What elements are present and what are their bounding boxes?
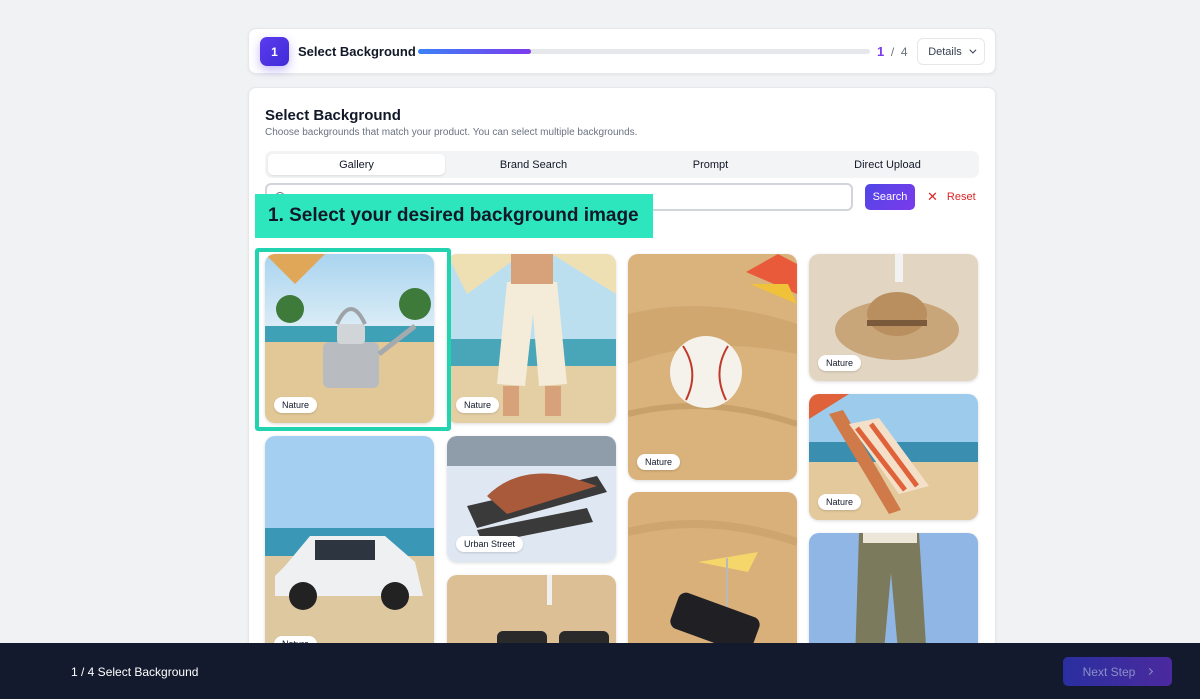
progress-fill xyxy=(418,49,531,54)
footer-bar: 1 / 4 Select Background Next Step xyxy=(0,643,1200,699)
gallery-tile-suv[interactable]: Nature xyxy=(265,436,434,662)
total-steps: 4 xyxy=(900,45,908,59)
tab-direct-upload[interactable]: Direct Upload xyxy=(799,154,976,175)
next-step-button[interactable]: Next Step xyxy=(1063,657,1172,686)
chevron-down-icon xyxy=(969,46,977,54)
tile-tag: Nature xyxy=(274,397,318,413)
next-step-label: Next Step xyxy=(1082,664,1136,679)
step-number-badge: 1 xyxy=(260,37,289,66)
chevron-right-icon xyxy=(1146,667,1154,676)
progress-bar xyxy=(418,49,870,54)
source-tabs: Gallery Brand Search Prompt Direct Uploa… xyxy=(265,151,979,178)
baseball-image xyxy=(628,254,797,480)
gallery-tile-sandals[interactable]: Urban Street xyxy=(447,436,616,562)
step-separator: / xyxy=(890,45,895,59)
step-counter: 1 / 4 xyxy=(877,44,908,59)
phone-image xyxy=(628,492,797,662)
page-title: Select Background xyxy=(265,107,401,124)
tab-prompt[interactable]: Prompt xyxy=(622,154,799,175)
gallery-tile-straw-hat[interactable]: Nature xyxy=(809,254,978,381)
suv-image xyxy=(265,436,434,662)
tab-gallery[interactable]: Gallery xyxy=(268,154,445,175)
gallery-tile-linen-pants[interactable]: Nature xyxy=(447,254,616,423)
footer-step-label: 1 / 4 Select Background xyxy=(71,665,199,679)
tile-tag: Urban Street xyxy=(456,536,524,552)
close-icon: ✕ xyxy=(927,189,938,204)
gallery-tile-watering-can[interactable]: Nature xyxy=(265,254,434,423)
page-subtitle: Choose backgrounds that match your produ… xyxy=(265,127,638,138)
search-button[interactable]: Search xyxy=(865,184,915,210)
details-label: Details xyxy=(928,45,962,58)
instruction-callout: 1. Select your desired background image xyxy=(255,194,653,238)
reset-button[interactable]: ✕ Reset xyxy=(927,184,976,210)
tile-tag: Nature xyxy=(456,397,500,413)
gallery-tile-beach-chair[interactable]: Nature xyxy=(809,394,978,520)
gallery-tile-phone[interactable] xyxy=(628,492,797,662)
step-title: Select Background xyxy=(298,44,416,59)
step-header: 1 Select Background 1 / 4 Details xyxy=(248,28,996,74)
details-button[interactable]: Details xyxy=(917,38,985,65)
gallery-tile-baseball[interactable]: Nature xyxy=(628,254,797,480)
reset-label: Reset xyxy=(946,191,976,203)
tab-brand-search[interactable]: Brand Search xyxy=(445,154,622,175)
tile-tag: Nature xyxy=(818,494,862,510)
tile-tag: Nature xyxy=(637,454,681,470)
tile-tag: Nature xyxy=(818,355,862,371)
current-step: 1 xyxy=(877,44,885,59)
